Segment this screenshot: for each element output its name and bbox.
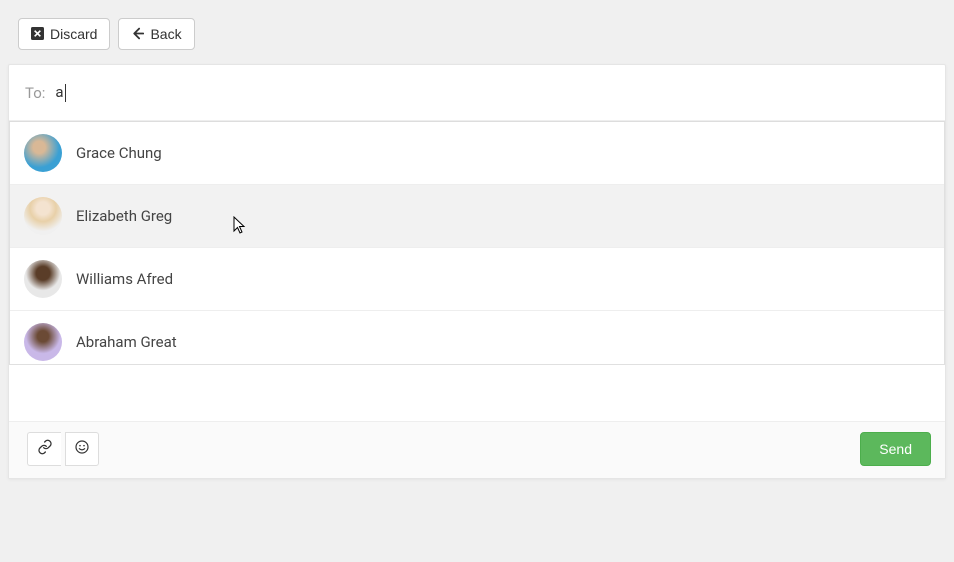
emoji-button[interactable] bbox=[65, 432, 99, 466]
discard-button[interactable]: Discard bbox=[18, 18, 110, 50]
send-button[interactable]: Send bbox=[860, 432, 931, 466]
recipient-suggestion[interactable]: Elizabeth Greg bbox=[10, 185, 944, 248]
toolbar: Discard Back bbox=[8, 8, 946, 64]
close-square-icon bbox=[31, 27, 44, 42]
footer-left bbox=[27, 432, 99, 466]
recipient-name: Abraham Great bbox=[76, 333, 177, 351]
avatar bbox=[24, 260, 62, 298]
recipient-suggestion[interactable]: Williams Afred bbox=[10, 248, 944, 311]
smile-icon bbox=[74, 439, 90, 460]
back-button[interactable]: Back bbox=[118, 18, 194, 50]
to-field-row[interactable]: To: a bbox=[9, 65, 945, 121]
to-input-value: a bbox=[55, 83, 63, 101]
avatar bbox=[24, 197, 62, 235]
send-label: Send bbox=[879, 441, 912, 457]
to-label: To: bbox=[25, 84, 45, 102]
recipient-suggestion[interactable]: Grace Chung bbox=[10, 122, 944, 185]
avatar bbox=[24, 134, 62, 172]
recipient-name: Elizabeth Greg bbox=[76, 207, 172, 225]
discard-label: Discard bbox=[50, 26, 97, 42]
recipient-name: Williams Afred bbox=[76, 270, 173, 288]
link-icon bbox=[37, 439, 53, 460]
avatar bbox=[24, 323, 62, 361]
to-input[interactable]: a bbox=[55, 83, 929, 102]
page-wrap: Discard Back To: a Grace Chung Elizabeth … bbox=[0, 0, 954, 562]
compose-footer: Send bbox=[9, 421, 945, 478]
text-caret bbox=[65, 84, 66, 102]
compose-panel: To: a Grace Chung Elizabeth Greg Williams … bbox=[8, 64, 946, 479]
arrow-left-icon bbox=[131, 27, 144, 42]
back-label: Back bbox=[150, 26, 181, 42]
attach-link-button[interactable] bbox=[27, 432, 61, 466]
recipient-dropdown[interactable]: Grace Chung Elizabeth Greg Williams Afred A… bbox=[9, 121, 945, 365]
recipient-suggestion[interactable]: Abraham Great bbox=[10, 311, 944, 365]
recipient-name: Grace Chung bbox=[76, 144, 162, 162]
